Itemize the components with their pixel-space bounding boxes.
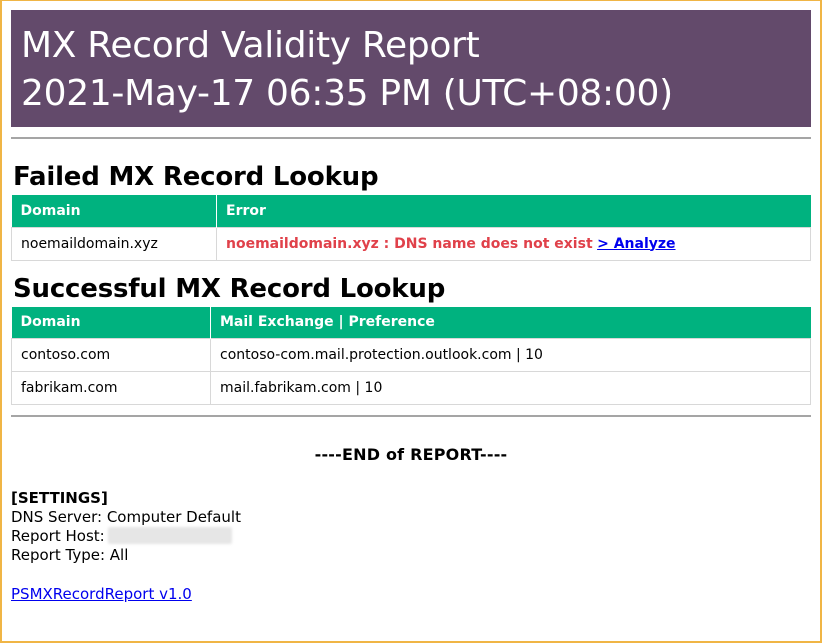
end-of-report: ----END of REPORT---- xyxy=(314,445,508,464)
failed-table: Domain Error noemaildomain.xyz noemaildo… xyxy=(11,195,811,261)
failed-col-error: Error xyxy=(216,195,811,227)
failed-heading: Failed MX Record Lookup xyxy=(13,162,379,192)
success-col-mx: Mail Exchange | Preference xyxy=(210,306,811,339)
failed-table-header-row: Domain Error xyxy=(11,195,811,227)
divider xyxy=(11,137,811,139)
report-datetime: 2021-May-17 06:35 PM (UTC+08:00) xyxy=(21,73,673,114)
table-row: fabrikam.com mail.fabrikam.com | 10 xyxy=(11,371,811,405)
failed-col-domain: Domain xyxy=(11,195,217,227)
success-mx-cell: contoso-com.mail.protection.outlook.com … xyxy=(210,338,811,372)
error-message: noemaildomain.xyz : DNS name does not ex… xyxy=(226,235,593,252)
version-link[interactable]: PSMXRecordReport v1.0 xyxy=(11,585,192,603)
success-table-header-row: Domain Mail Exchange | Preference xyxy=(11,306,811,339)
settings-report-type: Report Type: All xyxy=(11,546,811,565)
report-type-value: All xyxy=(109,546,129,564)
success-heading: Successful MX Record Lookup xyxy=(13,273,446,304)
redacted-host-value xyxy=(107,527,232,544)
report-header: MX Record Validity Report 2021-May-17 06… xyxy=(11,10,811,127)
dns-server-label: DNS Server: xyxy=(11,508,107,526)
table-row: noemaildomain.xyz noemaildomain.xyz : DN… xyxy=(11,226,811,261)
settings-section: [SETTINGS] DNS Server: Computer Default … xyxy=(11,489,811,565)
table-row: contoso.com contoso-com.mail.protection.… xyxy=(11,338,811,372)
report-page: MX Record Validity Report 2021-May-17 06… xyxy=(11,10,811,603)
success-domain-cell: contoso.com xyxy=(11,338,211,372)
failed-domain-cell: noemaildomain.xyz xyxy=(11,226,217,261)
divider xyxy=(11,415,811,417)
failed-error-cell: noemaildomain.xyz : DNS name does not ex… xyxy=(216,226,811,261)
dns-server-value: Computer Default xyxy=(106,508,241,526)
success-domain-cell: fabrikam.com xyxy=(11,371,211,405)
success-table: Domain Mail Exchange | Preference contos… xyxy=(11,306,811,405)
success-mx-cell: mail.fabrikam.com | 10 xyxy=(210,371,811,405)
report-type-label: Report Type: xyxy=(11,546,110,564)
report-host-label: Report Host: xyxy=(11,527,105,545)
analyze-link[interactable]: > Analyze xyxy=(597,236,675,252)
settings-report-host: Report Host: xyxy=(11,527,811,546)
settings-title: [SETTINGS] xyxy=(11,489,108,507)
report-title: MX Record Validity Report xyxy=(21,25,480,66)
settings-dns-server: DNS Server: Computer Default xyxy=(11,508,811,527)
success-col-domain: Domain xyxy=(11,306,211,339)
